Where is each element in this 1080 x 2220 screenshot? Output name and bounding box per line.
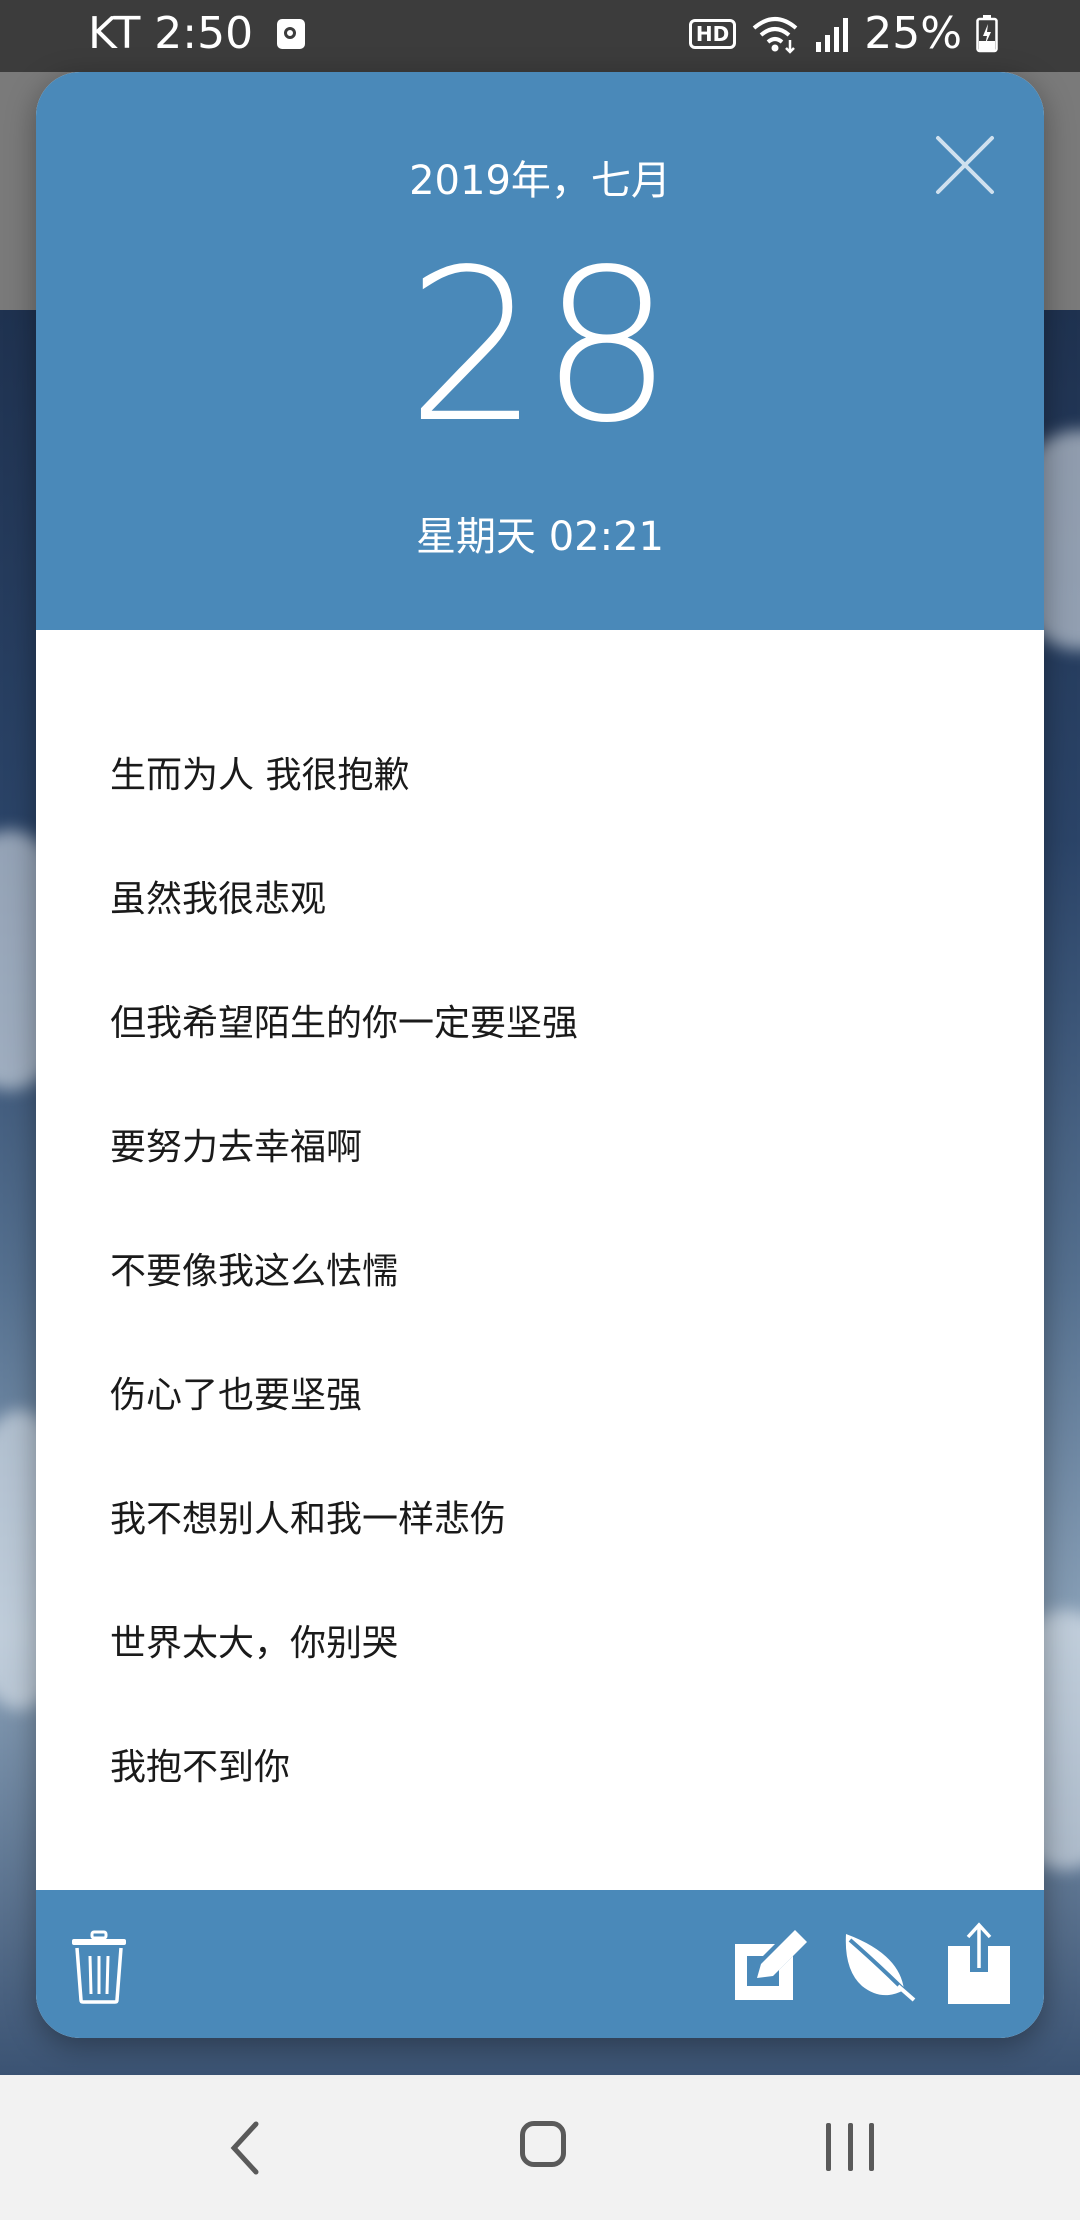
recents-button[interactable]: [826, 2123, 874, 2171]
battery-percent: 25%: [864, 8, 962, 59]
mood-button[interactable]: [842, 1930, 916, 2002]
diary-line: 我抱不到你: [110, 1747, 291, 1788]
diary-dialog: 2019年，七月 28 星期天 02:21 生而为人 我很抱歉 虽然我很悲观 但…: [36, 72, 1044, 2038]
weekday-time-label: 星期天 02:21: [416, 514, 664, 560]
status-left: KT 2:50: [88, 8, 306, 59]
diary-line: 世界太大，你别哭: [110, 1623, 399, 1664]
diary-line: 生而为人 我很抱歉: [110, 755, 410, 796]
status-time: KT 2:50: [88, 8, 254, 59]
close-button[interactable]: [934, 134, 996, 196]
diary-line: 虽然我很悲观: [110, 879, 327, 920]
diary-line: 伤心了也要坚强: [110, 1375, 363, 1416]
delete-button[interactable]: [70, 1930, 128, 2004]
diary-line: 但我希望陌生的你一定要坚强: [110, 1003, 579, 1044]
edit-icon: [735, 1930, 807, 2000]
day-number: 28: [406, 224, 674, 469]
diary-line: 不要像我这么怯懦: [110, 1251, 399, 1292]
leaf-icon: [845, 1934, 916, 2002]
share-button[interactable]: [948, 1922, 1010, 2004]
status-right: HD 25%: [688, 8, 998, 59]
dialog-header: 2019年，七月 28 星期天 02:21: [36, 72, 1044, 630]
hd-icon: HD: [688, 18, 737, 49]
month-year-label: 2019年，七月: [409, 158, 671, 204]
navigation-bar: [0, 2075, 1080, 2220]
diary-content: 生而为人 我很抱歉 虽然我很悲观 但我希望陌生的你一定要坚强 要努力去幸福啊 不…: [36, 630, 1044, 1890]
back-button[interactable]: [222, 2120, 270, 2176]
share-icon: [948, 1922, 1010, 2004]
diary-line: 要努力去幸福啊: [110, 1127, 363, 1168]
trash-icon: [72, 1930, 126, 2004]
close-icon: [936, 136, 994, 194]
wifi-icon: [750, 14, 800, 54]
diary-line: 我不想别人和我一样悲伤: [110, 1499, 507, 1540]
signal-icon: [814, 16, 850, 52]
home-button[interactable]: [520, 2121, 566, 2167]
battery-icon: [976, 14, 998, 53]
edit-button[interactable]: [735, 1928, 809, 2000]
dialog-toolbar: [36, 1890, 1044, 2038]
status-bar: KT 2:50 HD 25%: [0, 0, 1080, 72]
alarm-icon: [277, 18, 306, 49]
